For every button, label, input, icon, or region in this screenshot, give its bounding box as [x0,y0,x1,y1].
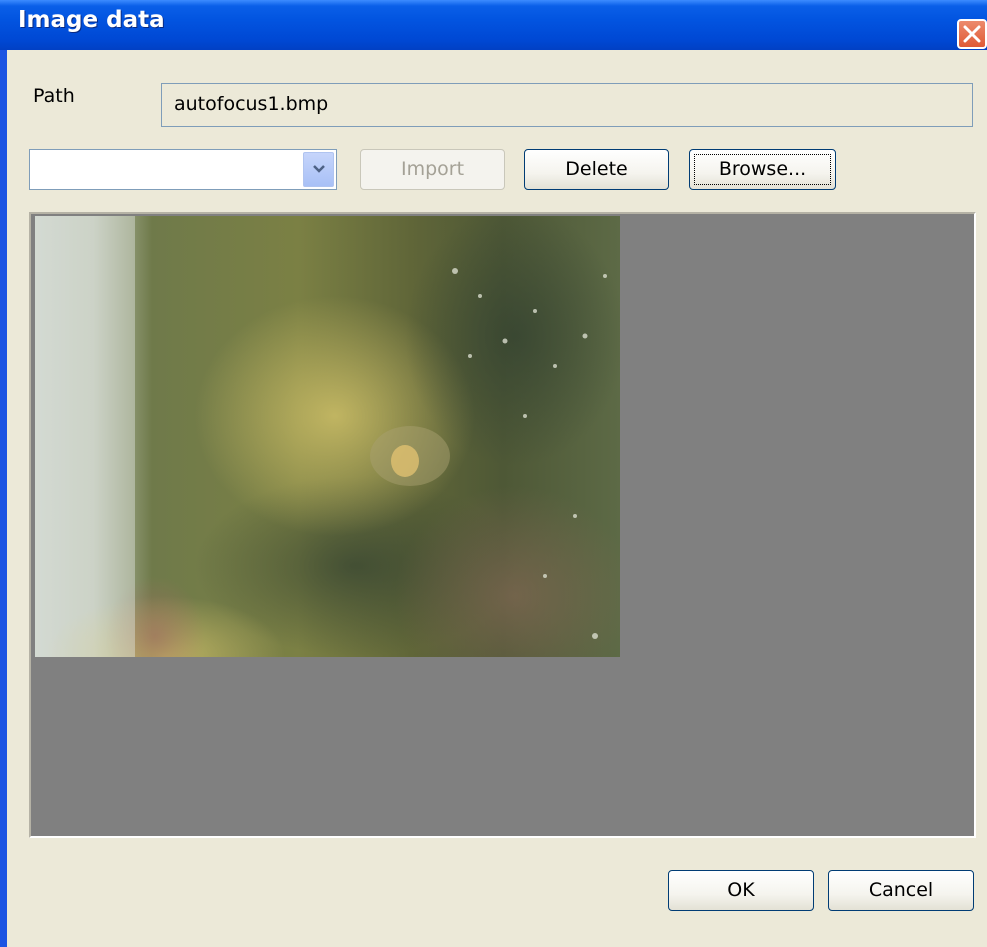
close-icon [963,25,981,43]
focus-ring [694,154,831,185]
image-select-dropdown-button[interactable] [303,152,334,187]
preview-image [35,216,620,657]
title-bar[interactable]: Image data [0,0,987,50]
browse-button[interactable]: Browse... [689,149,836,190]
image-select[interactable] [29,149,337,190]
window-title: Image data [18,7,165,33]
image-preview-area [29,212,976,838]
close-button[interactable] [957,19,987,49]
cancel-button[interactable]: Cancel [828,870,974,911]
import-button[interactable]: Import [360,149,505,190]
chevron-down-icon [313,165,325,173]
delete-button[interactable]: Delete [524,149,669,190]
ok-button[interactable]: OK [668,870,814,911]
path-label: Path [33,85,75,107]
path-field: autofocus1.bmp [161,83,973,127]
